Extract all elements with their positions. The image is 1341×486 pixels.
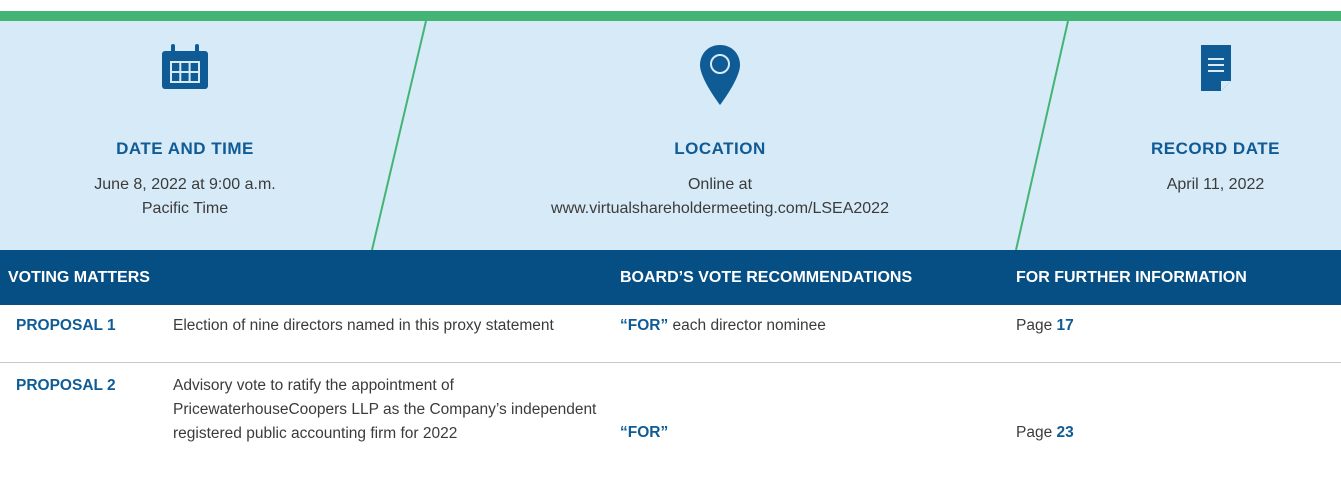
date-time-block: DATE AND TIME June 8, 2022 at 9:00 a.m. … — [0, 21, 370, 250]
board-recommendation: “FOR” — [620, 424, 669, 441]
proposal-label: PROPOSAL 2 — [16, 377, 116, 394]
meeting-url[interactable]: www.virtualshareholdermeeting.com/LSEA20… — [440, 197, 1000, 221]
proposal-description: Advisory vote to ratify the appointment … — [173, 377, 597, 442]
table-row: PROPOSAL 2 Advisory vote to ratify the a… — [0, 363, 1341, 486]
map-pin-icon — [700, 45, 740, 105]
location-value: Online at www.virtualshareholdermeeting.… — [440, 173, 1000, 221]
calendar-icon — [162, 44, 208, 89]
location-block: LOCATION Online at www.virtualshareholde… — [440, 21, 1000, 250]
header-further-information: FOR FURTHER INFORMATION — [1016, 269, 1247, 286]
board-recommendation: “FOR” each director nominee — [620, 317, 826, 334]
document-icon — [1200, 45, 1231, 91]
header-voting-matters: VOTING MATTERS — [8, 269, 150, 286]
page-reference[interactable]: Page 17 — [1016, 317, 1074, 335]
top-accent-bar — [0, 11, 1341, 21]
record-date-heading: RECORD DATE — [1151, 139, 1280, 158]
proposal-label: PROPOSAL 1 — [16, 317, 116, 334]
date-time-heading: DATE AND TIME — [116, 139, 254, 158]
header-board-recommendations: BOARD’S VOTE RECOMMENDATIONS — [620, 269, 913, 286]
location-heading: LOCATION — [674, 139, 766, 158]
voting-table-header: VOTING MATTERS BOARD’S VOTE RECOMMENDATI… — [0, 250, 1341, 305]
meeting-summary-panel: DATE AND TIME June 8, 2022 at 9:00 a.m. … — [0, 21, 1341, 250]
record-date-block: RECORD DATE April 11, 2022 — [1090, 21, 1341, 250]
table-row: PROPOSAL 1 Election of nine directors na… — [0, 305, 1341, 362]
page-reference[interactable]: Page 23 — [1016, 424, 1074, 442]
date-time-value: June 8, 2022 at 9:00 a.m. Pacific Time — [94, 176, 276, 217]
record-date-value: April 11, 2022 — [1166, 176, 1265, 193]
proposal-description: Election of nine directors named in this… — [173, 317, 554, 334]
